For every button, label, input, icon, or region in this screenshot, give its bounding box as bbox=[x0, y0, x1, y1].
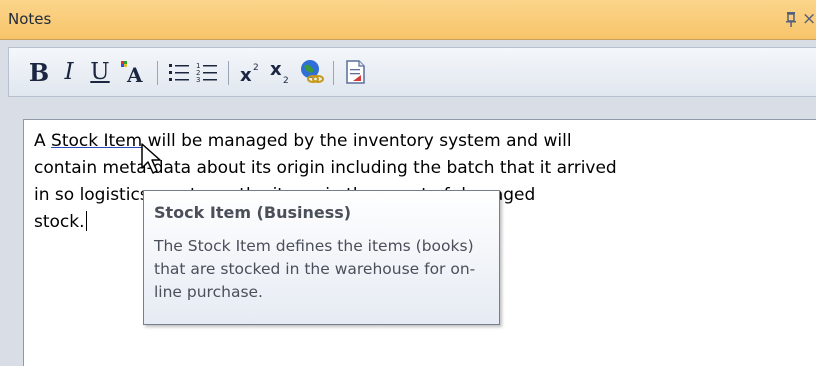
document-link-button[interactable] bbox=[341, 48, 369, 96]
notes-title-bar: Notes × bbox=[0, 0, 816, 40]
formatting-toolbar: B I U A 1 2 3 x 2 x 2 bbox=[8, 47, 816, 97]
bulleted-list-icon bbox=[169, 64, 189, 81]
font-color-icon: A bbox=[121, 61, 143, 87]
svg-text:x: x bbox=[240, 65, 252, 85]
svg-text:3: 3 bbox=[196, 76, 200, 84]
svg-text:A: A bbox=[126, 63, 143, 87]
link-tooltip: Stock Item (Business) The Stock Item def… bbox=[143, 190, 500, 325]
superscript-button[interactable]: x 2 bbox=[237, 48, 265, 96]
pin-icon[interactable] bbox=[784, 9, 798, 29]
close-icon[interactable]: × bbox=[802, 9, 816, 29]
bold-button[interactable]: B bbox=[27, 48, 51, 96]
toolbar-separator bbox=[333, 61, 334, 85]
superscript-icon: x 2 bbox=[240, 63, 259, 85]
subscript-icon: x 2 bbox=[270, 59, 289, 85]
toolbar-separator bbox=[157, 61, 158, 85]
document-icon bbox=[346, 60, 365, 84]
note-text-segment: stock. bbox=[34, 212, 85, 232]
numbered-list-icon: 1 2 3 bbox=[196, 62, 217, 84]
svg-text:2: 2 bbox=[283, 76, 289, 85]
stock-item-link[interactable]: Stock Item bbox=[51, 131, 142, 151]
subscript-button[interactable]: x 2 bbox=[267, 48, 295, 96]
text-caret bbox=[85, 211, 87, 231]
mouse-pointer-icon bbox=[141, 143, 161, 174]
numbered-list-button[interactable]: 1 2 3 bbox=[193, 48, 221, 96]
italic-button[interactable]: I bbox=[57, 48, 81, 96]
note-text-segment: will be managed by the inventory system … bbox=[142, 131, 572, 151]
panel-title: Notes bbox=[8, 10, 52, 28]
bullet-list-button[interactable] bbox=[165, 48, 193, 96]
underline-button[interactable]: U bbox=[87, 48, 113, 96]
tooltip-title: Stock Item (Business) bbox=[154, 203, 352, 222]
tooltip-body: The Stock Item defines the items (books)… bbox=[154, 237, 476, 301]
svg-text:2: 2 bbox=[253, 63, 259, 73]
toolbar-separator bbox=[228, 61, 229, 85]
note-text-segment: A bbox=[34, 131, 52, 151]
svg-text:x: x bbox=[270, 59, 282, 80]
globe-link-icon bbox=[301, 60, 324, 83]
hyperlink-button[interactable] bbox=[297, 48, 325, 96]
font-color-button[interactable]: A bbox=[115, 48, 149, 96]
